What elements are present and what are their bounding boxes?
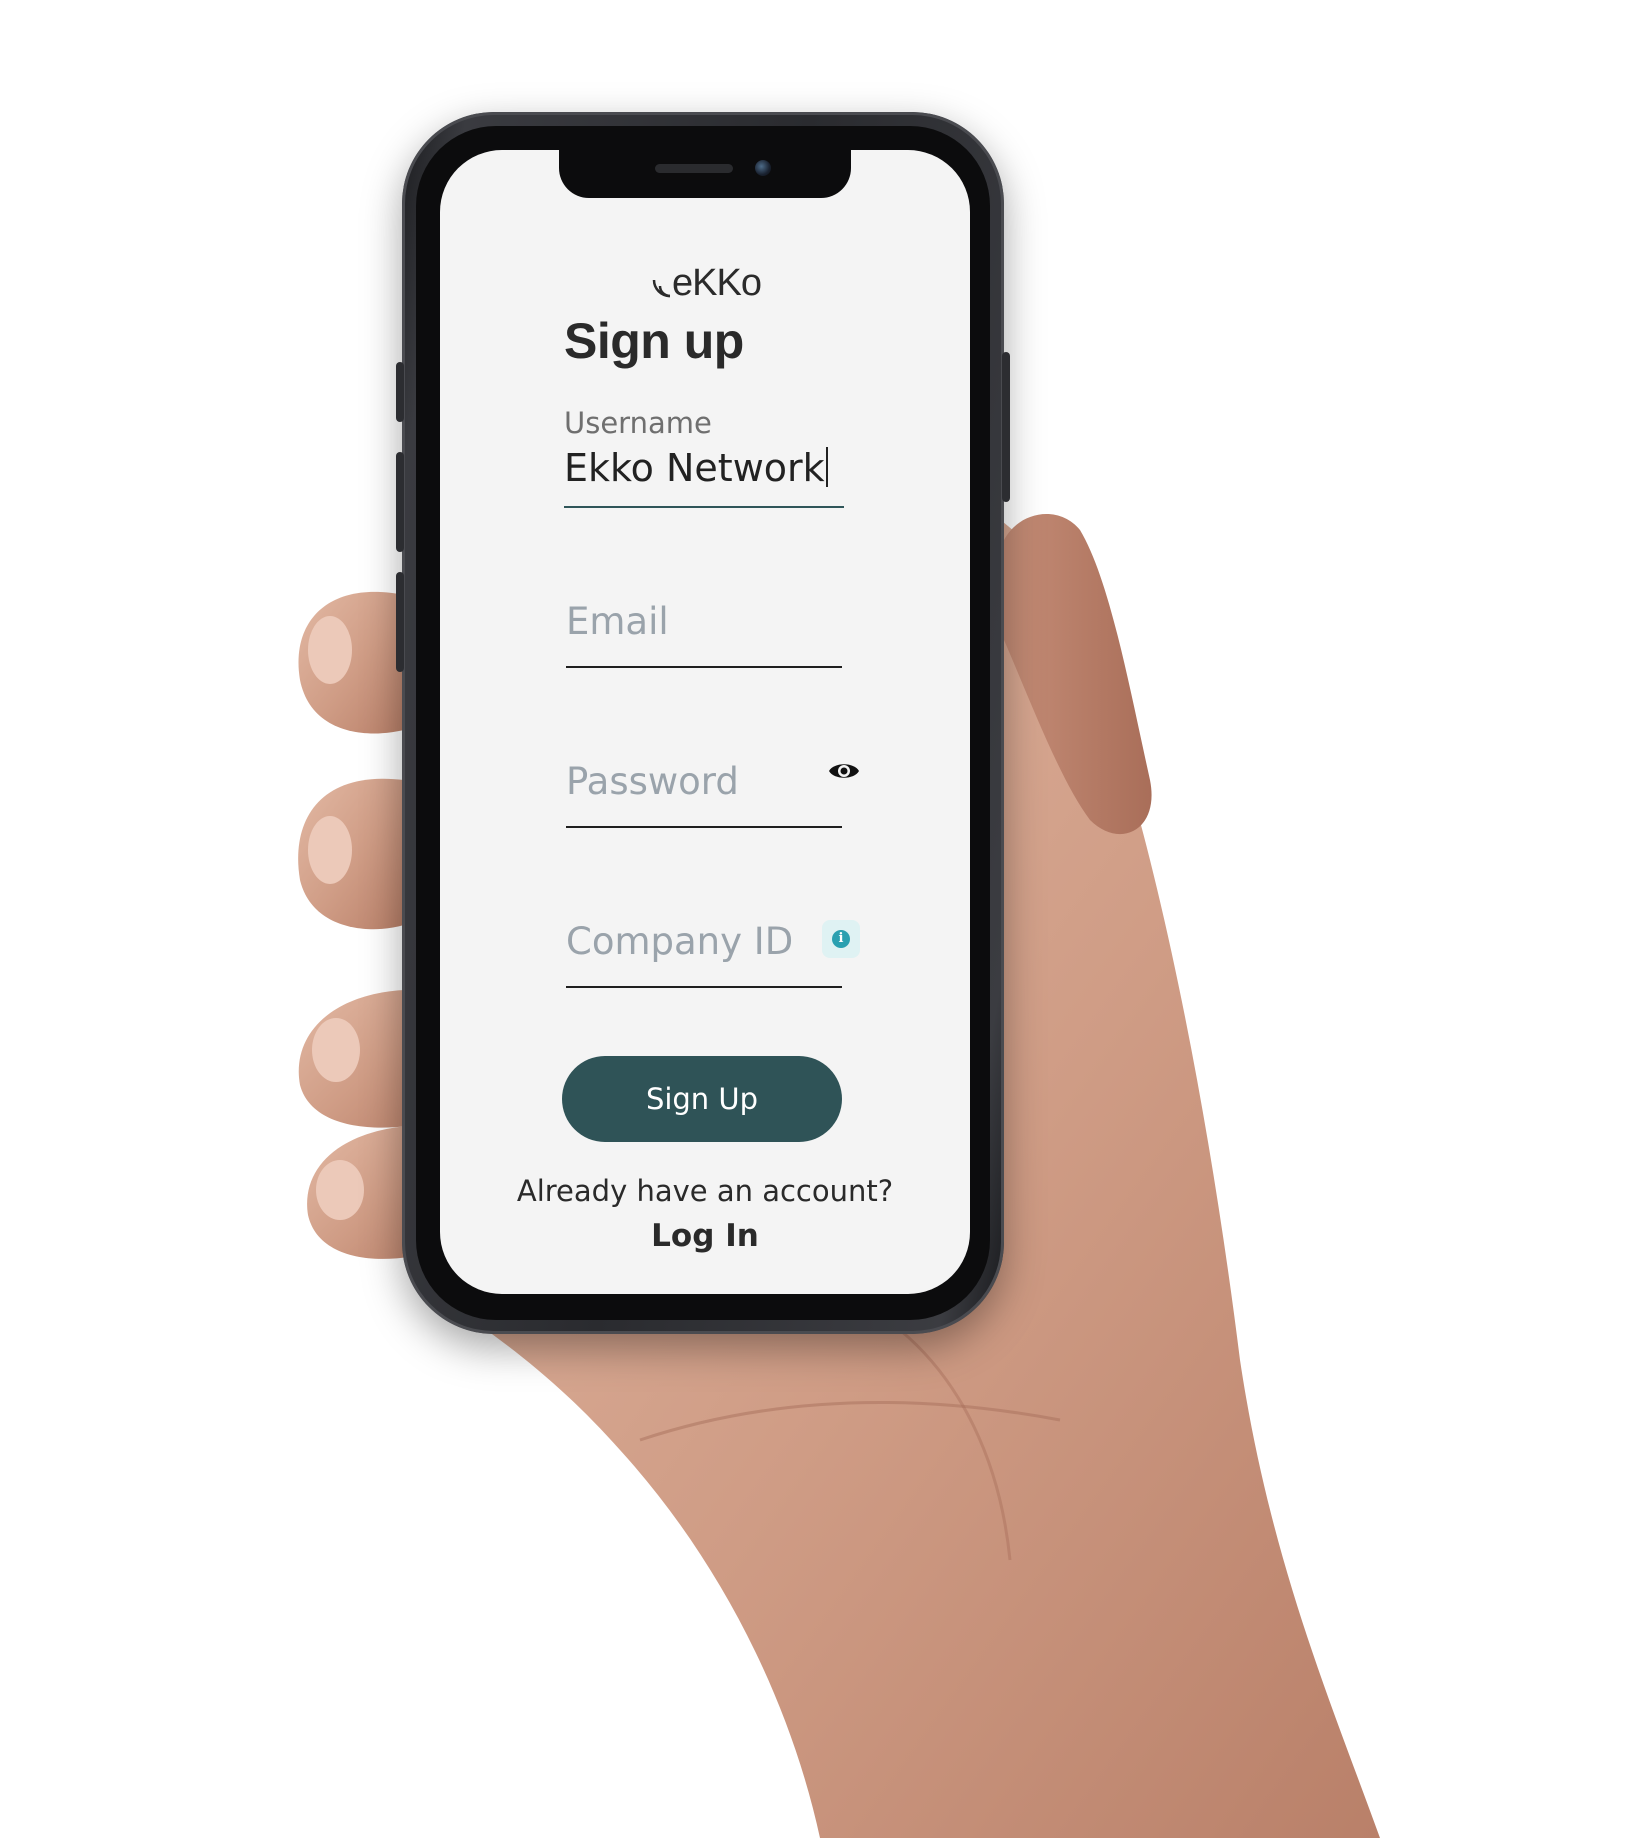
- phone-volume-down: [396, 572, 404, 672]
- sign-up-button[interactable]: Sign Up: [562, 1056, 842, 1142]
- speaker-grille: [655, 164, 733, 173]
- password-underline: [566, 826, 842, 828]
- phone-mute-switch: [396, 362, 404, 422]
- email-underline: [566, 666, 842, 668]
- eye-icon[interactable]: [828, 760, 860, 782]
- mockup-stage: eKKo Sign up Username Ekko Network Email…: [0, 0, 1629, 1838]
- company-id-underline: [566, 986, 842, 988]
- ekko-logo: eKKo: [646, 262, 766, 306]
- company-id-field[interactable]: Company ID: [566, 920, 793, 963]
- log-in-link[interactable]: Log In: [440, 1218, 970, 1254]
- page-title: Sign up: [564, 313, 744, 369]
- phone-power-button: [1002, 352, 1010, 502]
- phone-volume-up: [396, 452, 404, 552]
- username-value: Ekko Network: [564, 446, 825, 490]
- username-label: Username: [564, 406, 712, 440]
- info-icon[interactable]: i: [822, 920, 860, 958]
- phone-screen: eKKo Sign up Username Ekko Network Email…: [440, 150, 970, 1294]
- text-caret: [825, 447, 828, 487]
- username-input[interactable]: Ekko Network: [564, 446, 828, 490]
- phone-notch: [559, 150, 851, 198]
- already-have-account-text: Already have an account?: [516, 1174, 894, 1208]
- front-camera: [755, 160, 771, 176]
- username-underline: [564, 506, 844, 508]
- logo-wordmark: eKKo: [672, 262, 762, 304]
- password-field[interactable]: Password: [566, 760, 739, 803]
- email-field[interactable]: Email: [566, 600, 669, 643]
- signal-arcs-icon: [652, 279, 671, 298]
